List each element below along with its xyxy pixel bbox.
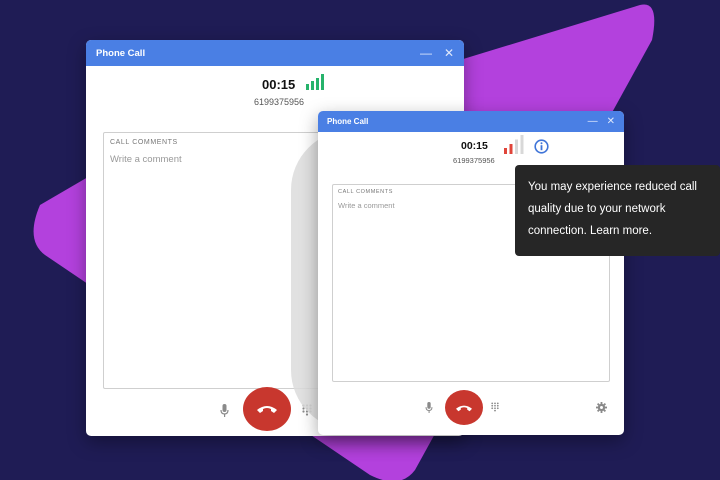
dialpad-icon[interactable] (491, 402, 499, 412)
tooltip-line: quality due to your network (528, 203, 666, 215)
phone-call-window-front: Phone Call — ✕ 00:15 6199375956 CALL COM… (318, 111, 624, 435)
hangup-phone-icon (456, 405, 472, 411)
microphone-icon[interactable] (425, 402, 433, 413)
close-icon[interactable]: ✕ (444, 47, 454, 59)
info-icon[interactable] (534, 139, 549, 154)
comment-placeholder: Write a comment (338, 201, 395, 210)
hangup-phone-icon (257, 406, 277, 413)
call-comments-label: CALL COMMENTS (110, 139, 178, 146)
window-titlebar: Phone Call — ✕ (318, 111, 624, 132)
comment-placeholder: Write a comment (110, 154, 182, 165)
network-quality-tooltip: You may experience reduced call quality … (515, 165, 720, 256)
signal-strength-icon (504, 135, 524, 154)
call-comments-label: CALL COMMENTS (338, 189, 393, 195)
window-titlebar: Phone Call — ✕ (86, 40, 464, 66)
signal-strength-icon (306, 74, 324, 90)
call-timer: 00:15 (461, 140, 488, 152)
minimize-icon[interactable]: — (420, 47, 432, 59)
hangup-button[interactable] (445, 390, 483, 425)
tooltip-line: You may experience reduced call (528, 181, 697, 193)
window-title: Phone Call (327, 117, 369, 126)
settings-gear-icon[interactable] (596, 402, 607, 413)
close-icon[interactable]: ✕ (607, 116, 615, 127)
call-timer: 00:15 (262, 77, 296, 92)
microphone-icon[interactable] (220, 404, 229, 417)
hangup-button[interactable] (243, 387, 291, 431)
minimize-icon[interactable]: — (588, 116, 598, 127)
tooltip-line[interactable]: connection. Learn more. (528, 220, 708, 242)
phone-number: 6199375956 (453, 156, 495, 165)
phone-number: 6199375956 (254, 97, 305, 107)
window-title: Phone Call (96, 47, 146, 59)
